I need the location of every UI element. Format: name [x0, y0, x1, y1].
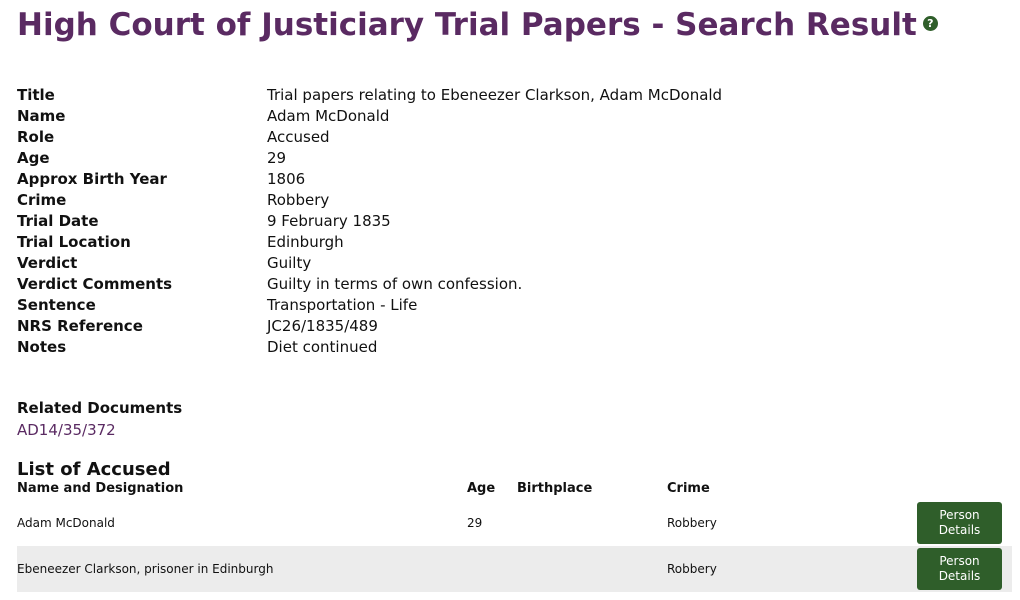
detail-value: Transportation - Life: [267, 296, 418, 314]
detail-label: Notes: [17, 338, 67, 356]
detail-value: Accused: [267, 128, 330, 146]
detail-value: Robbery: [267, 191, 330, 209]
accused-crime: Robbery: [667, 516, 717, 530]
detail-label: Trial Location: [17, 233, 131, 251]
detail-row-trial-location: Trial Location Edinburgh: [17, 232, 917, 253]
detail-value: 9 February 1835: [267, 212, 391, 230]
related-documents-heading: Related Documents: [17, 399, 183, 417]
detail-row-trial-date: Trial Date 9 February 1835: [17, 211, 917, 232]
detail-row-age: Age 29: [17, 148, 917, 169]
list-of-accused-heading: List of Accused: [17, 459, 171, 480]
detail-label: Verdict: [17, 254, 78, 272]
detail-label: Role: [17, 128, 55, 146]
accused-name: Ebeneezer Clarkson, prisoner in Edinburg…: [17, 562, 274, 576]
table-header: Name and Designation Age Birthplace Crim…: [17, 480, 1012, 498]
detail-value: Guilty in terms of own confession.: [267, 275, 523, 293]
detail-label: Crime: [17, 191, 67, 209]
detail-value: Diet continued: [267, 338, 378, 356]
detail-label: Verdict Comments: [17, 275, 173, 293]
detail-value: Trial papers relating to Ebeneezer Clark…: [267, 86, 723, 104]
detail-value: Edinburgh: [267, 233, 344, 251]
detail-label: NRS Reference: [17, 317, 143, 335]
related-document-link[interactable]: AD14/35/372: [17, 420, 116, 441]
table-row: Adam McDonald 29 Robbery Person Details: [17, 500, 1012, 546]
detail-row-birth-year: Approx Birth Year 1806: [17, 169, 917, 190]
detail-label: Title: [17, 86, 55, 104]
table-row: Ebeneezer Clarkson, prisoner in Edinburg…: [17, 546, 1012, 592]
detail-row-verdict-comments: Verdict Comments Guilty in terms of own c…: [17, 274, 917, 295]
detail-row-crime: Crime Robbery: [17, 190, 917, 211]
detail-row-nrs-reference: NRS Reference JC26/1835/489: [17, 316, 917, 337]
column-header-name: Name and Designation: [17, 481, 184, 496]
accused-table: Name and Designation Age Birthplace Crim…: [17, 480, 1012, 592]
detail-row-verdict: Verdict Guilty: [17, 253, 917, 274]
detail-label: Name: [17, 107, 66, 125]
column-header-birthplace: Birthplace: [517, 481, 593, 496]
detail-value: JC26/1835/489: [267, 317, 378, 335]
detail-row-role: Role Accused: [17, 127, 917, 148]
detail-label: Age: [17, 149, 50, 167]
detail-value: 29: [267, 149, 287, 167]
detail-label: Approx Birth Year: [17, 170, 167, 188]
person-details-button[interactable]: Person Details: [917, 502, 1002, 544]
column-header-crime: Crime: [667, 481, 710, 496]
detail-row-title: Title Trial papers relating to Ebeneezer …: [17, 85, 917, 106]
detail-value: Guilty: [267, 254, 312, 272]
detail-label: Trial Date: [17, 212, 99, 230]
detail-row-notes: Notes Diet continued: [17, 337, 917, 358]
detail-label: Sentence: [17, 296, 96, 314]
detail-row-name: Name Adam McDonald: [17, 106, 917, 127]
accused-name: Adam McDonald: [17, 516, 115, 530]
record-details: Title Trial papers relating to Ebeneezer …: [17, 85, 917, 358]
accused-crime: Robbery: [667, 562, 717, 576]
page-heading: High Court of Justiciary Trial Papers - …: [17, 4, 938, 46]
page-title: High Court of Justiciary Trial Papers - …: [17, 7, 917, 43]
help-icon[interactable]: ?: [922, 16, 938, 31]
detail-value: Adam McDonald: [267, 107, 390, 125]
page: High Court of Justiciary Trial Papers - …: [0, 0, 1020, 600]
person-details-button[interactable]: Person Details: [917, 548, 1002, 590]
detail-row-sentence: Sentence Transportation - Life: [17, 295, 917, 316]
accused-age: 29: [467, 516, 483, 530]
detail-value: 1806: [267, 170, 306, 188]
column-header-age: Age: [467, 481, 496, 496]
